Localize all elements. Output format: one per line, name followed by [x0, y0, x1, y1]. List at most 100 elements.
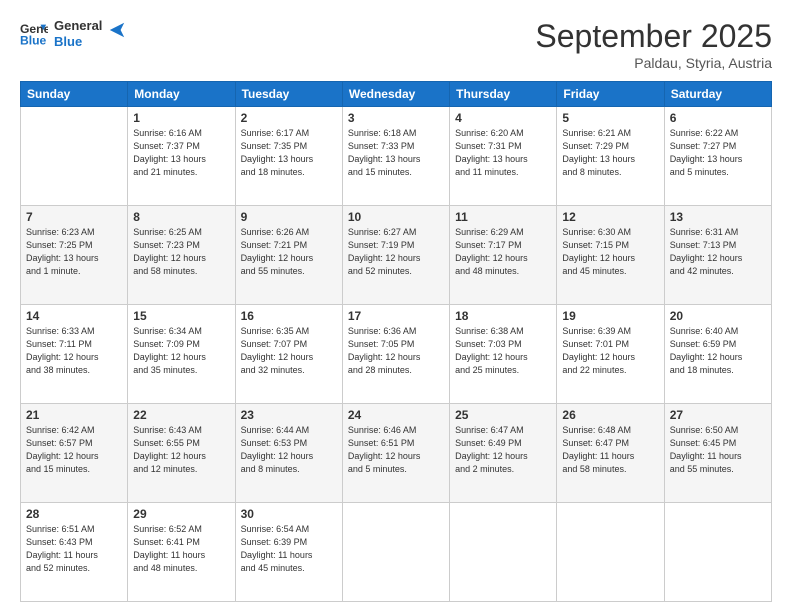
table-row: 3 Sunrise: 6:18 AM Sunset: 7:33 PM Daylig… [342, 107, 449, 206]
day-info: Sunrise: 6:54 AM Sunset: 6:39 PM Dayligh… [241, 523, 337, 575]
weekday-header-row: Sunday Monday Tuesday Wednesday Thursday… [21, 82, 772, 107]
day-info: Sunrise: 6:33 AM Sunset: 7:11 PM Dayligh… [26, 325, 122, 377]
header-monday: Monday [128, 82, 235, 107]
table-row: 23 Sunrise: 6:44 AM Sunset: 6:53 PM Dayli… [235, 404, 342, 503]
day-info: Sunrise: 6:25 AM Sunset: 7:23 PM Dayligh… [133, 226, 229, 278]
day-info: Sunrise: 6:27 AM Sunset: 7:19 PM Dayligh… [348, 226, 444, 278]
day-number: 21 [26, 408, 122, 422]
day-info: Sunrise: 6:50 AM Sunset: 6:45 PM Dayligh… [670, 424, 766, 476]
day-number: 3 [348, 111, 444, 125]
calendar-table: Sunday Monday Tuesday Wednesday Thursday… [20, 81, 772, 602]
table-row: 20 Sunrise: 6:40 AM Sunset: 6:59 PM Dayli… [664, 305, 771, 404]
day-info: Sunrise: 6:38 AM Sunset: 7:03 PM Dayligh… [455, 325, 551, 377]
day-number: 22 [133, 408, 229, 422]
day-number: 23 [241, 408, 337, 422]
table-row [557, 503, 664, 602]
day-number: 5 [562, 111, 658, 125]
table-row: 12Sunrise: 6:30 AM Sunset: 7:15 PM Dayli… [557, 206, 664, 305]
day-info: Sunrise: 6:26 AM Sunset: 7:21 PM Dayligh… [241, 226, 337, 278]
day-info: Sunrise: 6:47 AM Sunset: 6:49 PM Dayligh… [455, 424, 551, 476]
day-number: 14 [26, 309, 122, 323]
day-number: 28 [26, 507, 122, 521]
header-thursday: Thursday [450, 82, 557, 107]
day-info: Sunrise: 6:16 AM Sunset: 7:37 PM Dayligh… [133, 127, 229, 179]
day-info: Sunrise: 6:35 AM Sunset: 7:07 PM Dayligh… [241, 325, 337, 377]
day-info: Sunrise: 6:46 AM Sunset: 6:51 PM Dayligh… [348, 424, 444, 476]
table-row [450, 503, 557, 602]
table-row: 27 Sunrise: 6:50 AM Sunset: 6:45 PM Dayli… [664, 404, 771, 503]
day-number: 2 [241, 111, 337, 125]
logo-icon: General Blue [20, 20, 48, 48]
day-info: Sunrise: 6:20 AM Sunset: 7:31 PM Dayligh… [455, 127, 551, 179]
day-info: Sunrise: 6:40 AM Sunset: 6:59 PM Dayligh… [670, 325, 766, 377]
day-info: Sunrise: 6:22 AM Sunset: 7:27 PM Dayligh… [670, 127, 766, 179]
day-number: 20 [670, 309, 766, 323]
day-info: Sunrise: 6:39 AM Sunset: 7:01 PM Dayligh… [562, 325, 658, 377]
table-row: 13 Sunrise: 6:31 AM Sunset: 7:13 PM Dayli… [664, 206, 771, 305]
table-row: 9Sunrise: 6:26 AM Sunset: 7:21 PM Daylig… [235, 206, 342, 305]
table-row: 29Sunrise: 6:52 AM Sunset: 6:41 PM Dayli… [128, 503, 235, 602]
table-row: 14 Sunrise: 6:33 AM Sunset: 7:11 PM Dayli… [21, 305, 128, 404]
header-friday: Friday [557, 82, 664, 107]
day-number: 6 [670, 111, 766, 125]
table-row: 11Sunrise: 6:29 AM Sunset: 7:17 PM Dayli… [450, 206, 557, 305]
day-number: 26 [562, 408, 658, 422]
table-row: 18 Sunrise: 6:38 AM Sunset: 7:03 PM Dayli… [450, 305, 557, 404]
day-info: Sunrise: 6:44 AM Sunset: 6:53 PM Dayligh… [241, 424, 337, 476]
day-info: Sunrise: 6:34 AM Sunset: 7:09 PM Dayligh… [133, 325, 229, 377]
header: General Blue General Blue September 2025… [20, 18, 772, 71]
location-subtitle: Paldau, Styria, Austria [535, 55, 772, 71]
table-row: 8 Sunrise: 6:25 AM Sunset: 7:23 PM Daylig… [128, 206, 235, 305]
table-row: 4 Sunrise: 6:20 AM Sunset: 7:31 PM Daylig… [450, 107, 557, 206]
day-number: 30 [241, 507, 337, 521]
table-row: 19Sunrise: 6:39 AM Sunset: 7:01 PM Dayli… [557, 305, 664, 404]
day-info: Sunrise: 6:51 AM Sunset: 6:43 PM Dayligh… [26, 523, 122, 575]
table-row: 15 Sunrise: 6:34 AM Sunset: 7:09 PM Dayli… [128, 305, 235, 404]
table-row [664, 503, 771, 602]
day-number: 27 [670, 408, 766, 422]
logo-blue: Blue [54, 34, 102, 50]
day-info: Sunrise: 6:17 AM Sunset: 7:35 PM Dayligh… [241, 127, 337, 179]
day-info: Sunrise: 6:21 AM Sunset: 7:29 PM Dayligh… [562, 127, 658, 179]
header-saturday: Saturday [664, 82, 771, 107]
calendar-week-row: 21 Sunrise: 6:42 AM Sunset: 6:57 PM Dayli… [21, 404, 772, 503]
day-info: Sunrise: 6:29 AM Sunset: 7:17 PM Dayligh… [455, 226, 551, 278]
day-info: Sunrise: 6:48 AM Sunset: 6:47 PM Dayligh… [562, 424, 658, 476]
table-row: 6 Sunrise: 6:22 AM Sunset: 7:27 PM Daylig… [664, 107, 771, 206]
day-number: 10 [348, 210, 444, 224]
table-row: 25 Sunrise: 6:47 AM Sunset: 6:49 PM Dayli… [450, 404, 557, 503]
header-wednesday: Wednesday [342, 82, 449, 107]
table-row: 2 Sunrise: 6:17 AM Sunset: 7:35 PM Daylig… [235, 107, 342, 206]
day-number: 4 [455, 111, 551, 125]
table-row: 22 Sunrise: 6:43 AM Sunset: 6:55 PM Dayli… [128, 404, 235, 503]
day-number: 15 [133, 309, 229, 323]
day-number: 29 [133, 507, 229, 521]
day-number: 17 [348, 309, 444, 323]
month-title: September 2025 [535, 18, 772, 55]
day-number: 12 [562, 210, 658, 224]
calendar-week-row: 7 Sunrise: 6:23 AM Sunset: 7:25 PM Daylig… [21, 206, 772, 305]
table-row: 28 Sunrise: 6:51 AM Sunset: 6:43 PM Dayli… [21, 503, 128, 602]
day-info: Sunrise: 6:43 AM Sunset: 6:55 PM Dayligh… [133, 424, 229, 476]
day-info: Sunrise: 6:31 AM Sunset: 7:13 PM Dayligh… [670, 226, 766, 278]
day-number: 18 [455, 309, 551, 323]
day-info: Sunrise: 6:18 AM Sunset: 7:33 PM Dayligh… [348, 127, 444, 179]
page: General Blue General Blue September 2025… [0, 0, 792, 612]
title-block: September 2025 Paldau, Styria, Austria [535, 18, 772, 71]
day-number: 8 [133, 210, 229, 224]
svg-text:Blue: Blue [20, 33, 47, 47]
day-number: 25 [455, 408, 551, 422]
table-row: 16Sunrise: 6:35 AM Sunset: 7:07 PM Dayli… [235, 305, 342, 404]
table-row: 7 Sunrise: 6:23 AM Sunset: 7:25 PM Daylig… [21, 206, 128, 305]
day-info: Sunrise: 6:23 AM Sunset: 7:25 PM Dayligh… [26, 226, 122, 278]
day-info: Sunrise: 6:42 AM Sunset: 6:57 PM Dayligh… [26, 424, 122, 476]
header-tuesday: Tuesday [235, 82, 342, 107]
table-row: 30 Sunrise: 6:54 AM Sunset: 6:39 PM Dayli… [235, 503, 342, 602]
day-number: 13 [670, 210, 766, 224]
logo-general: General [54, 18, 102, 34]
logo: General Blue General Blue [20, 18, 126, 49]
table-row: 10 Sunrise: 6:27 AM Sunset: 7:19 PM Dayli… [342, 206, 449, 305]
table-row [342, 503, 449, 602]
day-number: 7 [26, 210, 122, 224]
calendar-week-row: 1Sunrise: 6:16 AM Sunset: 7:37 PM Daylig… [21, 107, 772, 206]
